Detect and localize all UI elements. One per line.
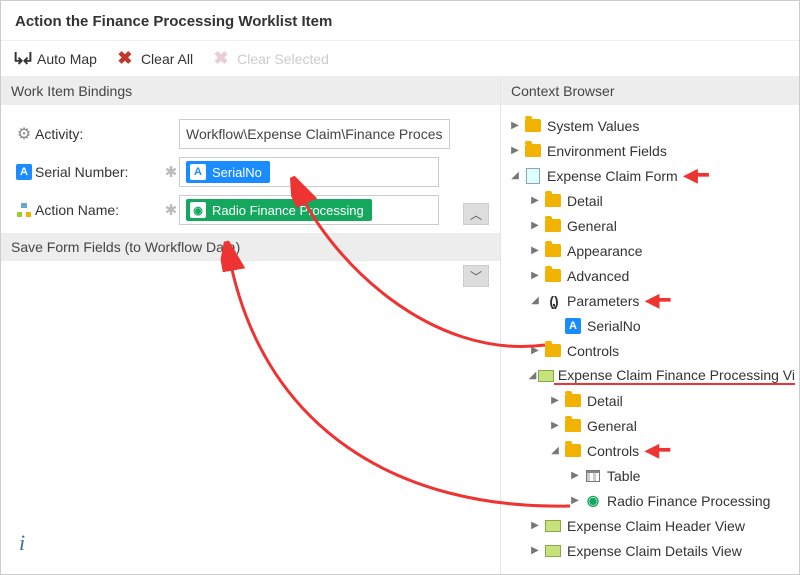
tree-controls[interactable]: Controls	[563, 343, 619, 359]
expand-icon[interactable]: ▶	[527, 245, 543, 256]
right-panel: Context Browser ▶ System Values ▶ Environm…	[501, 77, 799, 574]
serialno-chip[interactable]: A SerialNo	[186, 161, 270, 183]
table-icon	[583, 470, 603, 482]
chip-radio-icon: ◉	[190, 202, 206, 218]
folder-icon	[523, 144, 543, 157]
parameters-icon: (,)	[543, 293, 563, 309]
tree-advanced[interactable]: Advanced	[563, 268, 629, 284]
required-star-icon: ✱	[163, 201, 179, 219]
clear-selected-x-icon: ✖	[211, 49, 231, 69]
annotation-arrow-icon: ◀━	[645, 290, 670, 311]
tree-header-view[interactable]: Expense Claim Header View	[563, 518, 745, 534]
annotation-arrow-icon: ◀━	[684, 165, 709, 186]
activity-field[interactable]: Workflow\Expense Claim\Finance Proces	[179, 119, 450, 149]
expand-icon[interactable]: ▶	[547, 395, 563, 406]
folder-icon	[543, 219, 563, 232]
tree-appearance[interactable]: Appearance	[563, 243, 643, 259]
folder-icon	[543, 269, 563, 282]
save-form-fields-section[interactable]: Save Form Fields (to Workflow Data)	[1, 233, 500, 261]
view-icon	[538, 370, 554, 382]
scroll-down-button[interactable]: ﹀	[463, 265, 489, 287]
expand-icon[interactable]: ▶	[527, 545, 543, 556]
folder-icon	[563, 444, 583, 457]
expand-icon[interactable]: ▶	[507, 145, 523, 156]
folder-icon	[563, 419, 583, 432]
chip-a-icon: A	[190, 164, 206, 180]
a-icon: A	[563, 318, 583, 334]
collapse-icon[interactable]: ◢	[507, 170, 523, 181]
context-tree[interactable]: ▶ System Values ▶ Environment Fields ◢ Expe…	[501, 105, 799, 574]
expand-icon[interactable]: ▶	[527, 520, 543, 531]
tree-controls-2[interactable]: Controls	[583, 443, 639, 459]
a-icon: A	[16, 164, 32, 180]
clear-selected-button: ✖ Clear Selected	[211, 49, 329, 69]
hierarchy-icon	[17, 203, 31, 217]
info-icon: i	[19, 530, 25, 555]
expand-icon[interactable]: ▶	[567, 470, 583, 481]
view-icon	[543, 545, 563, 557]
info-area: i	[1, 512, 500, 574]
tree-details-view[interactable]: Expense Claim Details View	[563, 543, 742, 559]
expand-icon[interactable]: ▶	[507, 120, 523, 131]
auto-map-icon: ↳↲	[11, 49, 31, 69]
action-field[interactable]: ◉ Radio Finance Processing	[179, 195, 439, 225]
radio-finance-chip-label: Radio Finance Processing	[212, 203, 364, 218]
expand-icon[interactable]: ▶	[527, 345, 543, 356]
gear-icon: ⚙	[17, 124, 31, 144]
form-icon	[523, 168, 543, 184]
left-panel: Work Item Bindings ⚙ Activity: Workflow\…	[1, 77, 501, 574]
collapse-icon[interactable]: ◢	[547, 445, 563, 456]
tree-parameters[interactable]: Parameters	[563, 293, 639, 309]
binding-scroll-control: ︿ ﹀	[463, 203, 491, 287]
serialno-chip-label: SerialNo	[212, 165, 262, 180]
activity-label: Activity:	[35, 126, 163, 142]
expand-icon[interactable]: ▶	[547, 420, 563, 431]
view-icon	[543, 520, 563, 532]
folder-icon	[563, 394, 583, 407]
auto-map-button[interactable]: ↳↲ Auto Map	[11, 49, 97, 69]
expand-icon[interactable]: ▶	[527, 220, 543, 231]
tree-system-values[interactable]: System Values	[543, 118, 639, 134]
expand-icon[interactable]: ▶	[527, 270, 543, 281]
radio-finance-chip[interactable]: ◉ Radio Finance Processing	[186, 199, 372, 221]
folder-icon	[543, 194, 563, 207]
tree-general-2[interactable]: General	[583, 418, 637, 434]
action-label: Action Name:	[35, 202, 163, 218]
clear-x-icon: ✖	[115, 49, 135, 69]
folder-icon	[523, 119, 543, 132]
collapse-icon[interactable]: ◢	[527, 370, 538, 381]
work-item-bindings-header: Work Item Bindings	[1, 77, 500, 105]
collapse-icon[interactable]: ◢	[527, 295, 543, 306]
folder-icon	[543, 344, 563, 357]
tree-general[interactable]: General	[563, 218, 617, 234]
required-star-icon: ✱	[163, 163, 179, 181]
clear-all-button[interactable]: ✖ Clear All	[115, 49, 193, 69]
tree-radio-finance-processing[interactable]: Radio Finance Processing	[603, 493, 770, 509]
row-action: Action Name: ✱ ◉ Radio Finance Processin…	[13, 195, 488, 225]
clear-all-label: Clear All	[141, 51, 193, 67]
auto-map-label: Auto Map	[37, 51, 97, 67]
tree-environment-fields[interactable]: Environment Fields	[543, 143, 667, 159]
tree-table[interactable]: Table	[603, 468, 640, 484]
radio-icon: ◉	[583, 492, 603, 509]
annotation-arrow-icon: ◀━	[645, 440, 670, 461]
tree-expense-claim-form[interactable]: Expense Claim Form	[543, 168, 678, 184]
clear-selected-label: Clear Selected	[237, 51, 329, 67]
serial-label: Serial Number:	[35, 164, 163, 180]
tree-detail-2[interactable]: Detail	[583, 393, 623, 409]
context-browser-header: Context Browser	[501, 77, 799, 105]
dialog-title: Action the Finance Processing Worklist I…	[1, 1, 799, 41]
row-serial: A Serial Number: ✱ A SerialNo	[13, 157, 488, 187]
expand-icon[interactable]: ▶	[567, 495, 583, 506]
row-activity: ⚙ Activity: Workflow\Expense Claim\Finan…	[13, 119, 488, 149]
serial-field[interactable]: A SerialNo	[179, 157, 439, 187]
scroll-up-button[interactable]: ︿	[463, 203, 489, 225]
expand-icon[interactable]: ▶	[527, 195, 543, 206]
tree-detail[interactable]: Detail	[563, 193, 603, 209]
folder-icon	[543, 244, 563, 257]
tree-expense-claim-finance-processing-view[interactable]: Expense Claim Finance Processing Vi	[554, 367, 795, 385]
tree-serialno[interactable]: SerialNo	[583, 318, 641, 334]
toolbar: ↳↲ Auto Map ✖ Clear All ✖ Clear Selected	[1, 41, 799, 77]
